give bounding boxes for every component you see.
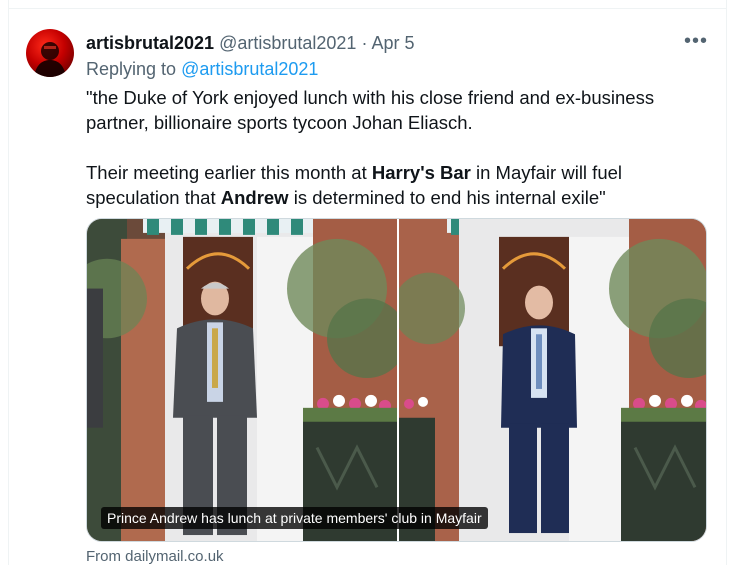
tweet-header: artisbrutal2021 @artisbrutal2021 · Apr 5 xyxy=(86,32,415,54)
replying-to: Replying to @artisbrutal2021 xyxy=(86,59,318,80)
reply-handle-link[interactable]: @artisbrutal2021 xyxy=(181,59,318,79)
user-handle[interactable]: @artisbrutal2021 xyxy=(219,33,356,53)
more-horizontal-icon[interactable]: ••• xyxy=(684,30,708,53)
separator-dot: · xyxy=(361,33,368,53)
text-segment: Their meeting earlier this month at xyxy=(86,162,372,183)
media-grid[interactable]: Prince Andrew has lunch at private membe… xyxy=(86,218,707,542)
media-caption: Prince Andrew has lunch at private membe… xyxy=(101,507,488,529)
tweet-text: "the Duke of York enjoyed lunch with his… xyxy=(86,85,706,210)
tweet-divider xyxy=(8,8,727,9)
tweet-paragraph-1: "the Duke of York enjoyed lunch with his… xyxy=(86,87,655,133)
photo-2[interactable] xyxy=(399,219,706,541)
tweet-paragraph-2: Their meeting earlier this month at Harr… xyxy=(86,160,706,210)
avatar-image xyxy=(34,42,66,77)
tweet-date[interactable]: Apr 5 xyxy=(371,33,414,53)
reply-prefix: Replying to xyxy=(86,59,177,79)
text-segment: is determined to end his internal exile" xyxy=(288,187,606,208)
link-source[interactable]: From dailymail.co.uk xyxy=(86,548,224,565)
display-name[interactable]: artisbrutal2021 xyxy=(86,33,214,53)
photo-1[interactable] xyxy=(87,219,397,541)
timeline-border-left xyxy=(8,0,9,565)
bold-harrys-bar: Harry's Bar xyxy=(371,162,471,183)
avatar[interactable] xyxy=(26,29,74,77)
photo-2-image xyxy=(399,219,706,541)
timeline-border-right xyxy=(726,0,727,565)
bold-andrew: Andrew xyxy=(220,187,289,208)
photo-1-image xyxy=(87,219,397,541)
